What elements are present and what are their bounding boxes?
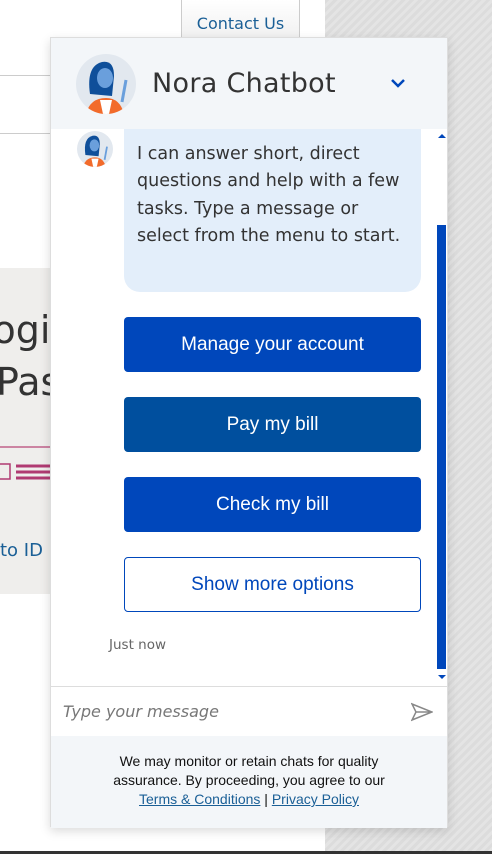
message-avatar bbox=[77, 131, 113, 167]
send-icon[interactable] bbox=[411, 702, 433, 722]
bot-avatar-icon bbox=[86, 61, 128, 114]
message-timestamp: Just now bbox=[109, 637, 167, 653]
contact-us-link[interactable]: Contact Us bbox=[181, 0, 300, 40]
link-separator: | bbox=[264, 791, 268, 807]
chevron-down-icon[interactable] bbox=[387, 72, 409, 94]
message-list: I can answer short, direct questions and… bbox=[51, 129, 447, 686]
chat-title: Nora Chatbot bbox=[152, 68, 336, 99]
message-input[interactable] bbox=[63, 697, 393, 725]
bot-avatar bbox=[76, 54, 136, 114]
scrollbar-thumb[interactable] bbox=[437, 225, 446, 669]
chat-widget: Nora Chatbot I can answer short, direct … bbox=[50, 37, 448, 828]
disclaimer-text: We may monitor or retain chats for quali… bbox=[113, 753, 385, 788]
pay-bill-button[interactable]: Pay my bill bbox=[124, 397, 421, 452]
promo-link[interactable]: to ID bbox=[0, 540, 43, 561]
chat-header: Nora Chatbot bbox=[51, 38, 447, 129]
bot-avatar-icon bbox=[83, 135, 108, 167]
scroll-up-icon[interactable] bbox=[438, 133, 446, 138]
bot-message: I can answer short, direct questions and… bbox=[124, 129, 421, 292]
scrollbar[interactable] bbox=[437, 129, 447, 686]
manage-account-button[interactable]: Manage your account bbox=[124, 317, 421, 372]
check-bill-button[interactable]: Check my bill bbox=[124, 477, 421, 532]
privacy-link[interactable]: Privacy Policy bbox=[272, 791, 359, 807]
message-composer bbox=[51, 686, 447, 736]
show-more-options-button[interactable]: Show more options bbox=[124, 557, 421, 612]
scroll-down-icon[interactable] bbox=[438, 675, 446, 680]
chat-disclaimer: We may monitor or retain chats for quali… bbox=[51, 736, 447, 828]
terms-link[interactable]: Terms & Conditions bbox=[139, 791, 260, 807]
